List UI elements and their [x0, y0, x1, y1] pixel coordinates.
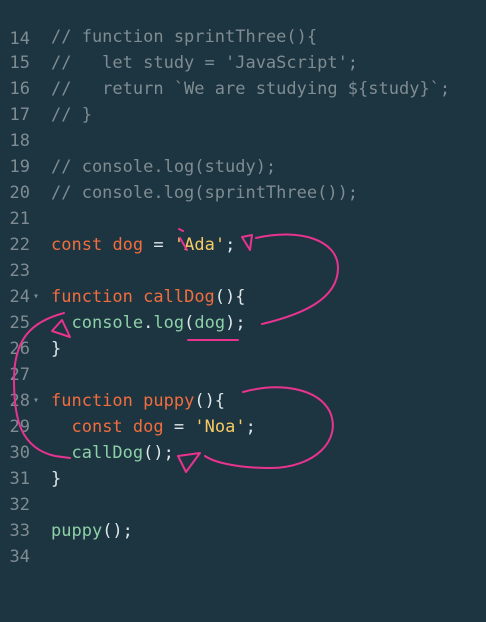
code-editor[interactable]: 14 15 // function sprintThree(){ 16 // l… — [0, 0, 486, 584]
method-name: log — [153, 313, 185, 333]
code-line[interactable]: 23 const dog = 'Ada'; — [0, 232, 486, 281]
string-literal: 'Ada' — [173, 235, 226, 255]
comment-text: // return `We are studying ${study}`; — [51, 79, 451, 99]
variable-name: dog — [112, 235, 144, 255]
code-line[interactable]: 28 — [0, 362, 486, 411]
comment-text: // let study = 'JavaScript'; — [51, 53, 359, 73]
code-line[interactable]: 20 // console.log(study); — [0, 154, 486, 203]
code-line[interactable]: 34 puppy(); — [0, 518, 486, 567]
line-number: 34 — [9, 547, 30, 567]
function-name: callDog — [143, 287, 215, 307]
comment-text: // console.log(sprintThree()); — [51, 183, 359, 203]
keyword-function: function — [51, 287, 133, 307]
punctuation: . — [143, 313, 154, 333]
comment-text: // console.log(study); — [51, 157, 277, 177]
code-line[interactable]: 24 — [0, 258, 486, 307]
function-call: callDog — [71, 443, 144, 463]
operator: = — [153, 235, 164, 255]
code-line[interactable]: 18 // } — [0, 102, 486, 151]
punctuation: (){ — [214, 287, 246, 307]
code-line[interactable]: 16 // let study = 'JavaScript'; — [0, 50, 486, 99]
code-line[interactable]: 17 // return `We are studying ${study}`; — [0, 76, 486, 125]
operator: = — [173, 417, 185, 437]
code-line[interactable]: 19 — [0, 128, 486, 177]
code-line[interactable]: 22 — [0, 206, 486, 255]
function-name: puppy — [143, 391, 195, 411]
code-line[interactable]: 26 console.log(dog); — [0, 310, 486, 359]
punctuation: (){ — [194, 391, 226, 411]
comment-text: // function sprintThree(){ — [51, 27, 318, 47]
code-line[interactable]: 29 ▾ function puppy(){ — [0, 388, 486, 437]
fold-arrow-icon[interactable]: ▾ — [33, 284, 39, 310]
string-literal: 'Noa' — [194, 417, 246, 437]
keyword-const: const — [51, 235, 103, 255]
code-line[interactable]: 32 } — [0, 466, 486, 515]
variable-name: dog — [132, 417, 164, 437]
closing-brace: } — [51, 469, 62, 489]
code-line[interactable]: 14 — [0, 0, 486, 49]
keyword-function: function — [51, 391, 133, 411]
function-call: puppy — [51, 521, 103, 541]
code-line[interactable]: 33 — [0, 492, 486, 541]
closing-brace: } — [51, 339, 62, 359]
semicolon: ; — [245, 417, 256, 437]
fold-arrow-icon[interactable]: ▾ — [33, 388, 39, 414]
semicolon: ; — [225, 235, 236, 255]
punctuation: ( — [184, 313, 195, 333]
punctuation: (); — [143, 443, 174, 463]
code-line[interactable]: 31 callDog(); — [0, 440, 486, 489]
code-line[interactable]: 27 } — [0, 336, 486, 385]
code-line[interactable]: 30 const dog = 'Noa'; — [0, 414, 486, 463]
punctuation: (); — [102, 521, 133, 541]
code-line[interactable]: 21 // console.log(sprintThree()); — [0, 180, 486, 229]
punctuation: ); — [225, 313, 246, 333]
argument: dog — [194, 313, 226, 333]
keyword-const: const — [71, 417, 123, 437]
code-line[interactable]: 25 ▾ function callDog(){ — [0, 284, 486, 333]
code-line[interactable]: 15 // function sprintThree(){ — [0, 24, 486, 73]
comment-text: // } — [51, 105, 92, 125]
object-name: console — [71, 313, 144, 333]
